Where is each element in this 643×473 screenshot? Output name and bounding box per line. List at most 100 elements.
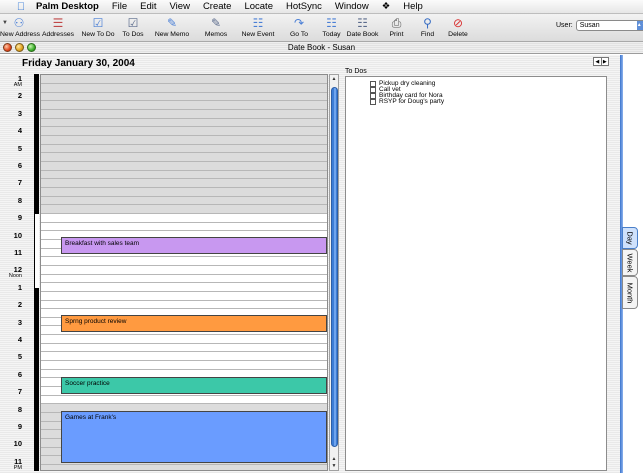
hour-label: 11 PM	[14, 458, 22, 471]
time-slot[interactable]	[41, 395, 327, 405]
user-select[interactable]: Susan ▲▼	[575, 20, 643, 31]
script-menu-icon[interactable]: ❖	[382, 1, 391, 12]
hour-label: 6	[18, 371, 22, 379]
menu-edit[interactable]: Edit	[140, 1, 156, 12]
day-scrollbar[interactable]: ▲ ▲ ▼	[329, 74, 339, 471]
hour-label: 8	[17, 195, 22, 205]
menu-file[interactable]: File	[112, 1, 127, 12]
memos-button[interactable]: ✎ Memos	[196, 14, 236, 42]
time-slot[interactable]	[41, 126, 327, 136]
new-to-do-button[interactable]: ☑ New To Do	[78, 14, 118, 42]
hour-label: 5	[18, 353, 22, 361]
time-slot[interactable]	[41, 170, 327, 180]
new-memo-button[interactable]: ✎ New Memo	[148, 14, 196, 42]
time-slot[interactable]	[41, 187, 327, 197]
zoom-window-button[interactable]	[27, 43, 36, 52]
menu-help[interactable]: Help	[403, 1, 423, 12]
time-slot[interactable]	[41, 100, 327, 110]
go-to-button[interactable]: ↷ Go To	[280, 14, 318, 42]
time-slot[interactable]	[41, 335, 327, 344]
today-button[interactable]: ☷ Today	[318, 14, 345, 42]
time-slot[interactable]	[41, 300, 327, 310]
day-grid[interactable]: Breakfast with sales team Sprng product …	[40, 74, 328, 471]
time-slot[interactable]	[41, 75, 327, 84]
tab-day[interactable]: Day	[622, 227, 638, 249]
time-slot[interactable]	[41, 152, 327, 162]
new-event-button[interactable]: ☷ New Event	[236, 14, 280, 42]
print-button[interactable]: ⎙ Print	[380, 14, 413, 42]
time-slot[interactable]	[41, 204, 327, 214]
todos-panel[interactable]: Pickup dry cleaning Call vet Birthday card…	[345, 76, 607, 471]
scroll-down-icon[interactable]: ▼	[330, 463, 338, 469]
new-event-icon: ☷	[252, 16, 264, 30]
new-address-button[interactable]: ⚇ New Address	[0, 14, 40, 42]
time-slot[interactable]	[41, 274, 327, 284]
toolbar-button-label: New To Do	[81, 31, 115, 38]
hour-number: 7	[17, 387, 22, 397]
menu-create[interactable]: Create	[203, 1, 232, 12]
time-slot[interactable]	[41, 222, 327, 232]
menu-hotsync[interactable]: HotSync	[286, 1, 322, 12]
event-block[interactable]: Breakfast with sales team	[61, 237, 327, 254]
hour-number: 7	[17, 178, 22, 188]
time-slot[interactable]	[41, 257, 327, 266]
tab-month[interactable]: Month	[622, 276, 638, 309]
find-button[interactable]: ⚲ Find	[413, 14, 442, 42]
tab-week-label: Week	[625, 252, 635, 273]
hour-label: 1	[18, 284, 22, 292]
time-slot[interactable]	[41, 83, 327, 93]
scroll-thumb[interactable]	[331, 87, 338, 447]
time-slot[interactable]	[41, 266, 327, 275]
event-title: Breakfast with sales team	[65, 240, 140, 247]
today-icon: ☷	[326, 16, 337, 30]
menu-view[interactable]: View	[170, 1, 190, 12]
time-slot[interactable]	[41, 464, 327, 470]
event-block[interactable]: Games at Frank's	[61, 411, 327, 463]
hour-label: 10	[14, 440, 22, 448]
menu-locate[interactable]: Locate	[244, 1, 273, 12]
time-slot[interactable]	[41, 214, 327, 223]
time-slot[interactable]	[41, 343, 327, 353]
scroll-up-icon[interactable]: ▲	[330, 76, 338, 82]
hour-label: 11	[14, 249, 22, 257]
todos-heading: To Dos	[345, 68, 367, 75]
menu-window[interactable]: Window	[335, 1, 369, 12]
time-slot[interactable]	[41, 292, 327, 301]
time-slot[interactable]	[41, 283, 327, 292]
time-slot[interactable]	[41, 109, 327, 119]
event-block[interactable]: Soccer practice	[61, 377, 327, 394]
user-label: User:	[556, 22, 573, 29]
menu-app-name[interactable]: Palm Desktop	[36, 1, 99, 12]
minimize-window-button[interactable]	[15, 43, 24, 52]
toolbar-button-label: Today	[322, 31, 341, 38]
addresses-button[interactable]: ☰ Addresses	[38, 14, 78, 42]
time-slot[interactable]	[41, 144, 327, 154]
apple-logo-icon[interactable]: 	[14, 1, 28, 13]
time-slot[interactable]	[41, 161, 327, 171]
scroll-up-icon[interactable]: ▲	[330, 456, 338, 462]
toolbar-button-label: Addresses	[41, 31, 75, 38]
hour-number: 8	[17, 195, 22, 205]
time-slot[interactable]	[41, 118, 327, 128]
hour-label: 4	[17, 335, 22, 344]
to-dos-button[interactable]: ☑ To Dos	[118, 14, 148, 42]
hour-number: 4	[17, 335, 22, 344]
time-slot[interactable]	[41, 352, 327, 362]
hour-period: AM	[13, 82, 22, 88]
date-book-button[interactable]: ☷ Date Book	[345, 14, 380, 42]
time-slot[interactable]	[41, 196, 327, 206]
close-window-button[interactable]	[3, 43, 12, 52]
hour-period: PM	[13, 464, 22, 471]
goto-icon: ↷	[293, 16, 305, 30]
time-slot[interactable]	[41, 361, 327, 370]
time-slot[interactable]	[41, 178, 327, 188]
time-slot[interactable]	[41, 135, 327, 145]
event-block[interactable]: Sprng product review	[61, 315, 327, 332]
tab-week[interactable]: Week	[622, 249, 638, 276]
next-day-icon[interactable]: ▶	[600, 58, 609, 65]
todo-checkbox[interactable]	[370, 98, 376, 105]
todo-item[interactable]: RSYP for Doug's party	[370, 98, 444, 105]
hour-number: 5	[17, 143, 22, 153]
time-slot[interactable]	[41, 92, 327, 102]
delete-button[interactable]: ⊘ Delete	[442, 14, 474, 42]
